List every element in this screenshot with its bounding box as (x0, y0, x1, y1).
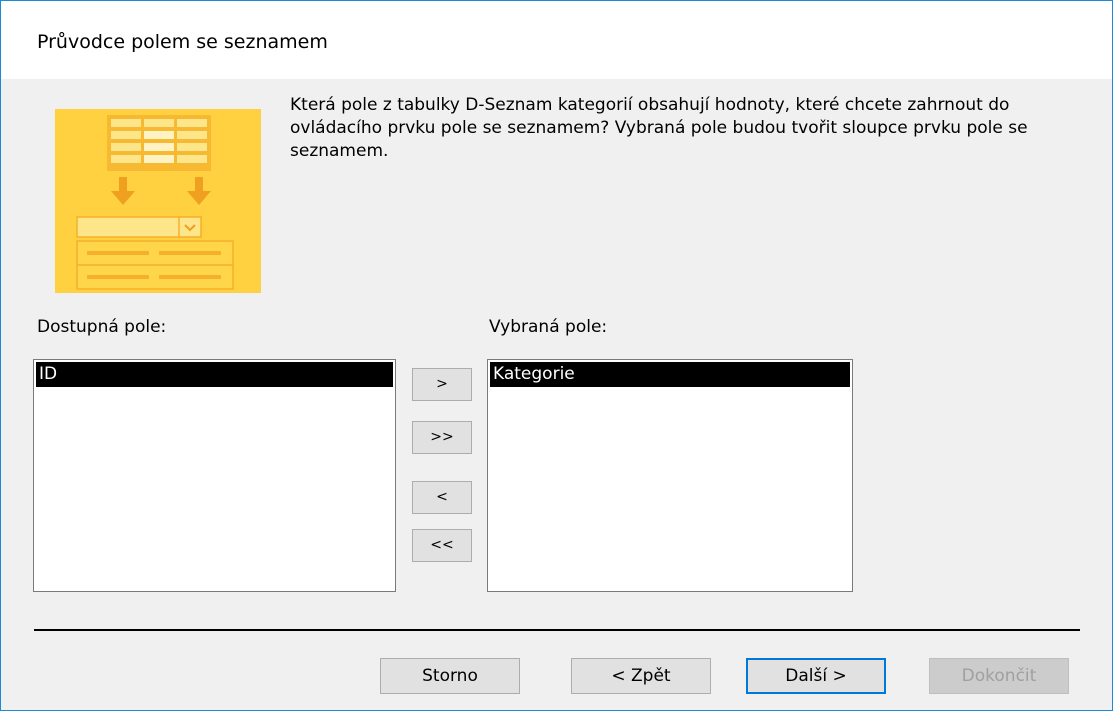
remove-field-button[interactable]: < (412, 481, 472, 514)
selected-fields-listbox[interactable]: Kategorie (487, 359, 853, 592)
dialog-title: Průvodce polem se seznamem (37, 31, 328, 53)
combo-box-wizard-dialog: Průvodce polem se seznamem Která pole z … (0, 0, 1113, 711)
list-item[interactable]: Kategorie (490, 362, 850, 387)
wizard-combo-box-illustration-icon (55, 109, 261, 293)
add-all-fields-button[interactable]: >> (412, 421, 472, 454)
wizard-instructions: Která pole z tabulky D-Seznam kategorií … (290, 95, 1028, 161)
back-button[interactable]: < Zpět (571, 658, 711, 694)
finish-button[interactable]: Dokončit (929, 658, 1069, 694)
list-item[interactable]: ID (36, 362, 393, 387)
next-button[interactable]: Další > (746, 658, 886, 694)
selected-fields-label: Vybraná pole: (489, 317, 608, 337)
cancel-button[interactable]: Storno (380, 658, 520, 694)
add-field-button[interactable]: > (412, 368, 472, 401)
dialog-header: Průvodce polem se seznamem (1, 1, 1112, 79)
remove-all-fields-button[interactable]: << (412, 529, 472, 562)
footer-divider (34, 629, 1080, 631)
available-fields-listbox[interactable]: ID (33, 359, 396, 592)
available-fields-label: Dostupná pole: (37, 317, 167, 337)
